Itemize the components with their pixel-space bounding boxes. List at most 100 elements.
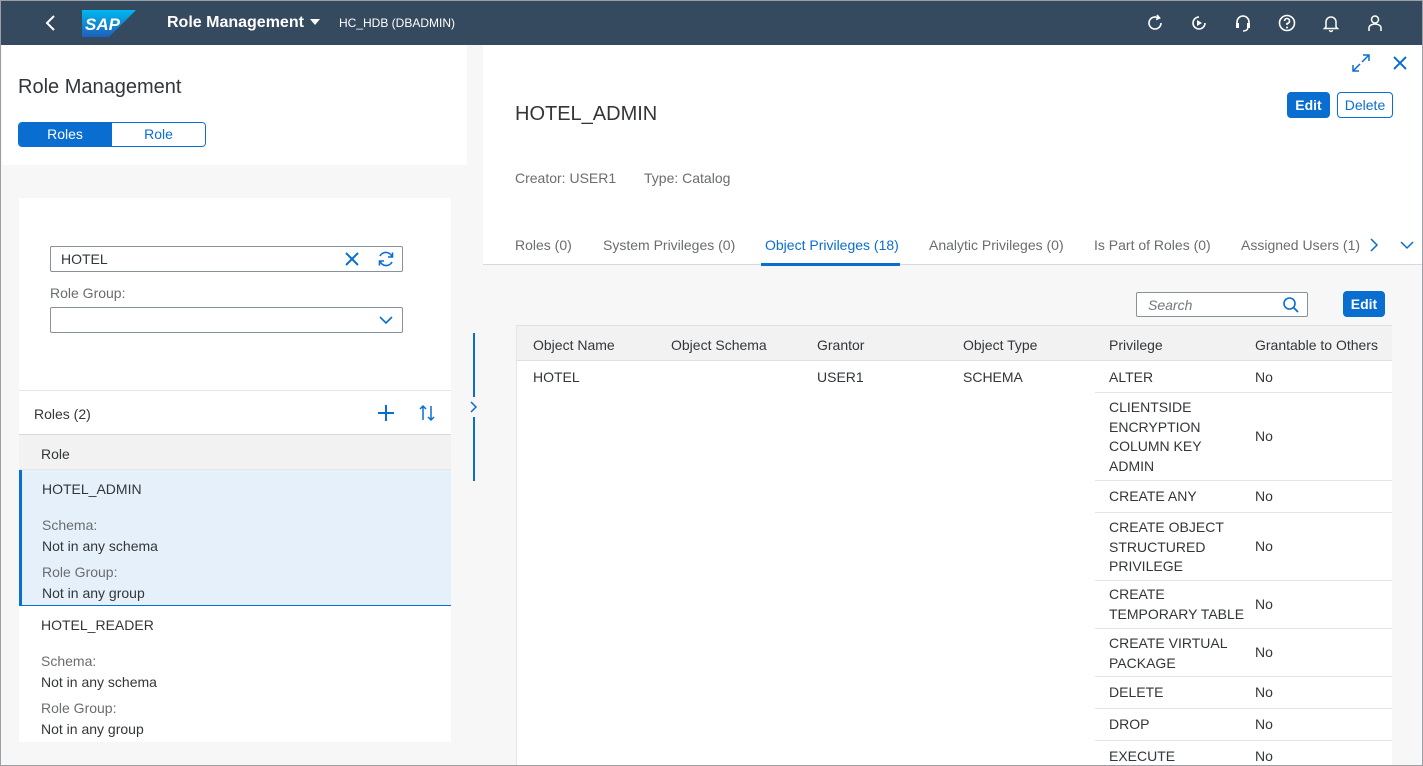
tab-analytic-privileges[interactable]: Analytic Privileges (0) xyxy=(929,237,1064,253)
object-name-cell: HOTEL xyxy=(533,369,580,385)
roles-list: Roles (2) Role HOTEL_ADMIN Schema: Not i… xyxy=(19,390,451,742)
segment-roles[interactable]: Roles xyxy=(19,123,111,146)
tab-roles[interactable]: Roles (0) xyxy=(515,237,572,253)
object-privileges-section: Search Edit Object Name Object Schema Gr… xyxy=(516,281,1392,765)
creator-value: USER1 xyxy=(569,170,617,186)
column-header-object-type: Object Type xyxy=(963,337,1038,353)
role-group-value: Not in any group xyxy=(42,585,145,601)
role-group-select[interactable] xyxy=(50,307,403,333)
privilege-cell: CLIENTSIDE ENCRYPTION COLUMN KEY ADMIN xyxy=(1109,399,1202,474)
table-row[interactable]: CLIENTSIDE ENCRYPTION COLUMN KEY ADMIN N… xyxy=(1095,393,1392,481)
app-menu-caret-icon[interactable] xyxy=(310,19,320,25)
grantable-cell: No xyxy=(1255,644,1273,660)
column-header-privilege: Privilege xyxy=(1109,337,1163,353)
schema-label: Schema: xyxy=(41,653,97,669)
search-icon[interactable] xyxy=(1282,296,1300,314)
app-title-menu[interactable]: Role Management xyxy=(167,14,304,32)
chevron-down-icon[interactable] xyxy=(1399,237,1415,253)
sort-icon[interactable] xyxy=(417,403,437,423)
schema-label: Schema: xyxy=(42,517,98,533)
privilege-cell: CREATE VIRTUAL PACKAGE xyxy=(1109,635,1227,671)
column-header-object-schema: Object Schema xyxy=(671,337,767,353)
role-name: HOTEL_ADMIN xyxy=(42,481,142,497)
support-icon[interactable] xyxy=(1232,12,1254,34)
table-row[interactable]: CREATE TEMPORARY TABLE No xyxy=(1095,581,1392,629)
role-name: HOTEL_READER xyxy=(41,617,154,633)
privileges-table: Object Name Object Schema Grantor Object… xyxy=(516,325,1392,765)
user-icon[interactable] xyxy=(1364,12,1386,34)
segment-role-groups[interactable]: Role Groups xyxy=(111,123,205,146)
roles-column-header: Role xyxy=(19,435,451,470)
table-row[interactable]: CREATE ANY No xyxy=(1095,481,1392,513)
column-header-grantable: Grantable to Others xyxy=(1255,337,1378,353)
schema-value: Not in any schema xyxy=(41,674,157,690)
edit-privileges-button[interactable]: Edit xyxy=(1343,291,1385,317)
notifications-icon[interactable] xyxy=(1320,12,1342,34)
grantable-cell: No xyxy=(1255,369,1273,385)
tab-assigned-users[interactable]: Assigned Users (1) xyxy=(1241,237,1360,253)
search-placeholder: Search xyxy=(1148,297,1193,313)
role-group-label: Role Group: xyxy=(50,285,126,301)
creator-attribute: Creator: USER1 xyxy=(515,170,616,186)
grantor-cell: USER1 xyxy=(817,369,864,385)
role-list-item[interactable]: HOTEL_READER Schema: Not in any schema R… xyxy=(19,606,451,742)
delete-button[interactable]: Delete xyxy=(1337,92,1393,118)
column-header-object-name: Object Name xyxy=(533,337,615,353)
chevron-right-icon[interactable] xyxy=(1367,237,1381,253)
role-list-item[interactable]: HOTEL_ADMIN Schema: Not in any schema Ro… xyxy=(19,470,451,606)
table-row[interactable]: DROP No xyxy=(1095,709,1392,741)
roles-list-header: Roles (2) xyxy=(19,391,451,435)
refresh-icon[interactable] xyxy=(1144,12,1166,34)
roles-count-title: Roles (2) xyxy=(34,406,91,422)
grantable-cell: No xyxy=(1255,684,1273,700)
tab-is-part-of-roles[interactable]: Is Part of Roles (0) xyxy=(1094,237,1211,253)
detail-header: HOTEL_ADMIN Edit Delete Creator: USER1 T… xyxy=(483,45,1422,266)
table-row[interactable]: CREATE VIRTUAL PACKAGE No xyxy=(1095,629,1392,677)
privilege-cell: CREATE TEMPORARY TABLE xyxy=(1109,586,1245,622)
detail-tabs: Roles (0) System Privileges (0) Object P… xyxy=(483,235,1422,266)
search-value: HOTEL xyxy=(61,251,108,267)
table-row[interactable]: ALTER No xyxy=(1095,361,1392,393)
role-search-input[interactable]: HOTEL xyxy=(50,246,403,272)
grantable-cell: No xyxy=(1255,428,1273,444)
privilege-cell: DELETE xyxy=(1109,684,1164,700)
expand-panel-icon[interactable] xyxy=(467,397,481,417)
shell-bar: SAP Role Management HC_HDB (DBADMIN) xyxy=(1,1,1422,45)
table-row[interactable]: EXECUTE No xyxy=(1095,741,1392,765)
privilege-cell: CREATE OBJECT STRUCTURED PRIVILEGE xyxy=(1109,519,1224,574)
type-attribute: Type: Catalog xyxy=(644,170,730,186)
clear-icon[interactable] xyxy=(344,251,360,267)
edit-button[interactable]: Edit xyxy=(1287,92,1330,118)
filter-panel: HOTEL Role Group: xyxy=(19,198,451,390)
tab-object-privileges[interactable]: Object Privileges (18) xyxy=(765,237,899,253)
chevron-down-icon[interactable] xyxy=(378,314,394,326)
refresh-icon[interactable] xyxy=(376,249,396,269)
privilege-cell: DROP xyxy=(1109,716,1150,732)
type-value: Catalog xyxy=(682,170,731,186)
master-header: Role Management Roles Role Groups xyxy=(2,45,467,165)
grantable-cell: No xyxy=(1255,538,1273,554)
tab-system-privileges[interactable]: System Privileges (0) xyxy=(603,237,735,253)
table-row[interactable]: DELETE No xyxy=(1095,677,1392,709)
column-header-grantor: Grantor xyxy=(817,337,865,353)
sap-logo[interactable]: SAP xyxy=(82,10,136,37)
system-label: HC_HDB (DBADMIN) xyxy=(339,16,456,30)
app-window: SAP Role Management HC_HDB (DBADMIN) Rol… xyxy=(0,0,1423,766)
fullscreen-icon[interactable] xyxy=(1351,53,1371,73)
page-title: Role Management xyxy=(18,76,182,98)
table-row[interactable]: CREATE OBJECT STRUCTURED PRIVILEGE No xyxy=(1095,513,1392,581)
grantable-cell: No xyxy=(1255,748,1273,764)
help-icon[interactable] xyxy=(1276,12,1298,34)
close-icon[interactable] xyxy=(1391,54,1409,72)
grantable-cell: No xyxy=(1255,716,1273,732)
detail-panel: HOTEL_ADMIN Edit Delete Creator: USER1 T… xyxy=(483,45,1422,765)
table-header: Object Name Object Schema Grantor Object… xyxy=(517,325,1392,361)
privilege-search-input[interactable]: Search xyxy=(1136,292,1308,317)
add-icon[interactable] xyxy=(377,404,395,422)
grantable-cell: No xyxy=(1255,488,1273,504)
privilege-cell: EXECUTE xyxy=(1109,748,1176,764)
privilege-cell: ALTER xyxy=(1109,369,1154,385)
play-icon[interactable] xyxy=(1188,12,1210,34)
privilege-cell: CREATE ANY xyxy=(1109,488,1197,504)
back-icon[interactable] xyxy=(39,11,63,35)
